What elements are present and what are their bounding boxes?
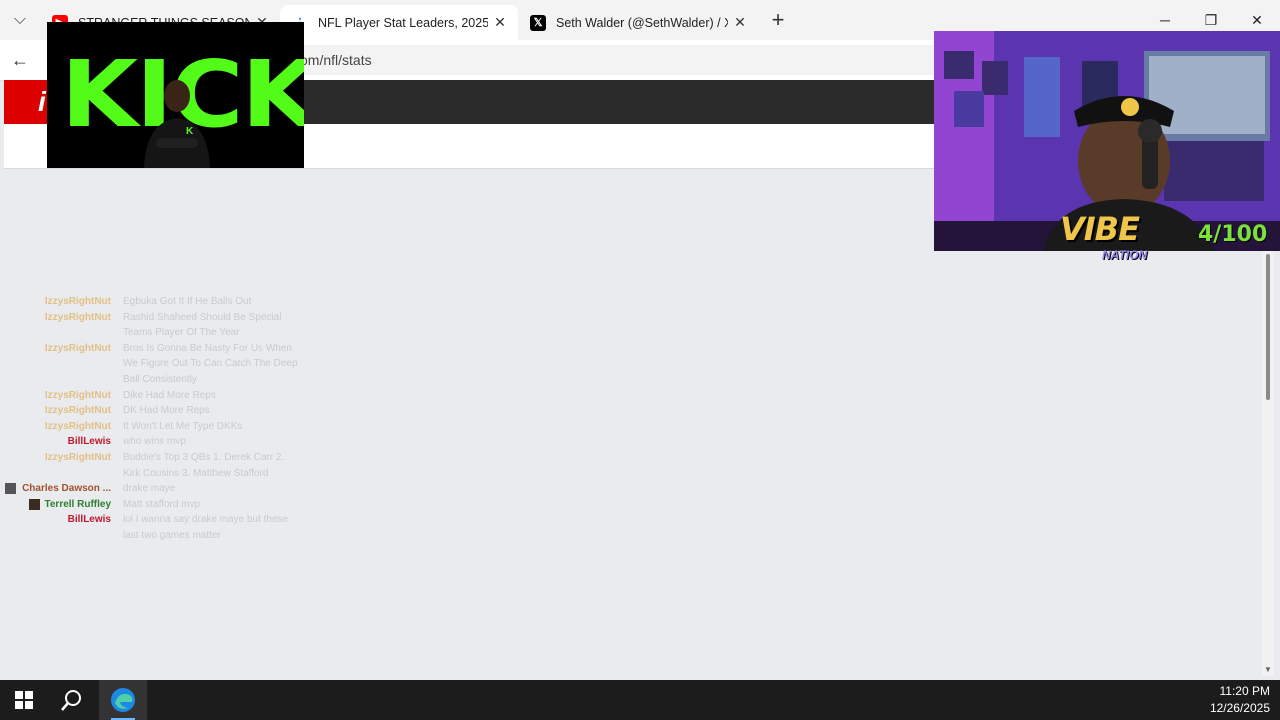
espn-logo[interactable]: i — [4, 80, 48, 124]
restore-icon[interactable]: ❐ — [1188, 6, 1234, 34]
tab-title: Seth Walder (@SethWalder) / X — [556, 15, 728, 30]
chat-text: Dike Had More Reps — [123, 389, 216, 401]
streamer-figure: K — [144, 80, 210, 168]
chat-text: DK Had More Reps — [123, 405, 210, 417]
chat-text: lol I wanna say drake maye but these las… — [123, 514, 289, 541]
back-arrow-icon[interactable]: ← — [8, 48, 32, 72]
chat-message: IzzysRightNut Egbuka Got It If He Balls O… — [0, 294, 303, 310]
chat-message: BillLewis lol I wanna say drake maye but … — [0, 512, 303, 543]
chat-username[interactable]: BillLewis — [68, 434, 111, 450]
chat-text: It Won't Let Me Type DKKs — [123, 420, 243, 432]
scrollbar[interactable]: ▼ — [1262, 250, 1274, 676]
x-icon: 𝕏 — [530, 14, 546, 31]
chat-avatar-icon — [5, 483, 16, 495]
chat-username[interactable]: BillLewis — [68, 512, 111, 528]
chat-text: drake maye — [123, 483, 176, 495]
chat-text: who wins mvp — [123, 436, 186, 448]
scroll-down-arrow-icon[interactable]: ▼ — [1262, 665, 1274, 674]
chat-text: Buddie's Top 3 QBs 1. Derek Carr 2. Kirk… — [123, 451, 285, 479]
chat-username[interactable]: Terrell Ruffley — [45, 497, 112, 513]
clock-date: 12/26/2025 — [1209, 701, 1270, 715]
chat-message: IzzysRightNut Bros Is Gonna Be Nasty For … — [0, 341, 303, 388]
tab-title: NFL Player Stat Leaders, 2025 Reg — [318, 15, 488, 30]
tab-espn-active[interactable]: ⋮ NFL Player Stat Leaders, 2025 Reg ✕ — [280, 5, 518, 40]
tab-actions-chevron-icon[interactable]: ⌵ — [8, 8, 32, 32]
chat-username[interactable]: Charles Dawson ... — [22, 481, 111, 497]
chat-username[interactable]: IzzysRightNut — [45, 450, 111, 466]
chat-username[interactable]: IzzysRightNut — [45, 341, 111, 357]
chat-text: Egbuka Got It If He Balls Out — [123, 296, 252, 307]
chat-message: IzzysRightNut It Won't Let Me Type DKKs — [0, 419, 303, 435]
close-tab-icon[interactable]: ✕ — [488, 14, 512, 31]
chat-username[interactable]: IzzysRightNut — [45, 388, 111, 404]
kick-overlay: KICK K — [47, 22, 304, 168]
chat-message: IzzysRightNut Rashid Shaheed Should Be Sp… — [0, 310, 303, 341]
chat-text: Matt stafford mvp — [123, 498, 201, 510]
minimize-icon[interactable]: ─ — [1142, 6, 1188, 34]
chat-avatar-icon — [29, 498, 40, 510]
tab-x[interactable]: 𝕏 Seth Walder (@SethWalder) / X ✕ — [518, 5, 758, 40]
clock-time: 11:20 PM — [1219, 684, 1270, 698]
close-tab-icon[interactable]: ✕ — [728, 14, 752, 31]
chat-message: BillLewis who wins mvp — [0, 434, 303, 450]
taskbar: 11:20 PM 12/26/2025 — [0, 680, 1280, 720]
chat-message: IzzysRightNut Dike Had More Reps — [0, 388, 303, 404]
chat-text: Rashid Shaheed Should Be Special Teams P… — [123, 311, 282, 339]
start-windows-icon[interactable] — [0, 680, 48, 720]
vibe-nation-logo: VIBE — [1060, 210, 1140, 248]
chat-username[interactable]: IzzysRightNut — [45, 419, 111, 435]
new-tab-plus-icon[interactable]: + — [766, 8, 790, 32]
close-window-icon[interactable]: ✕ — [1234, 6, 1280, 34]
chat-username[interactable]: IzzysRightNut — [45, 310, 111, 326]
search-icon[interactable] — [48, 680, 96, 720]
edge-browser-icon[interactable] — [99, 680, 147, 720]
chat-message: Terrell Ruffley Matt stafford mvp — [0, 497, 303, 513]
stream-chat: IzzysRightNut Egbuka Got It If He Balls O… — [0, 294, 310, 544]
chat-username[interactable]: IzzysRightNut — [45, 403, 111, 419]
system-clock[interactable]: 11:20 PM 12/26/2025 — [1210, 683, 1270, 717]
chat-message: IzzysRightNut Buddie's Top 3 QBs 1. Derek… — [0, 450, 303, 481]
chat-text: Bros Is Gonna Be Nasty For Us When We Fi… — [123, 342, 298, 385]
svg-text:K: K — [186, 126, 194, 137]
goal-counter: 4/100 — [1198, 222, 1268, 247]
chat-message: IzzysRightNut DK Had More Reps — [0, 403, 303, 419]
vibe-nation-logo-subtitle: NATION — [1102, 248, 1148, 262]
chat-username[interactable]: IzzysRightNut — [45, 294, 111, 310]
url-text: om/nfl/stats — [300, 52, 372, 68]
scroll-thumb[interactable] — [1266, 254, 1270, 400]
chat-message: Charles Dawson ... drake maye — [0, 481, 303, 497]
